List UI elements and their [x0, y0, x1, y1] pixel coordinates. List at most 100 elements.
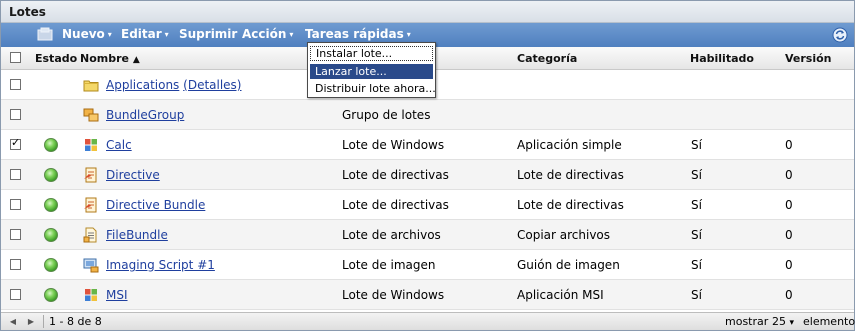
bundle-name-link[interactable]: FileBundle	[106, 228, 168, 242]
row-checkbox[interactable]	[10, 79, 21, 90]
status-ok-icon	[44, 288, 58, 302]
menu-item-install-bundle[interactable]: Instalar lote...	[310, 46, 433, 61]
bundle-version-cell: 0	[785, 258, 793, 272]
table-row[interactable]: BundleGroup Grupo de lotes	[1, 100, 854, 130]
bundle-enabled-cell: Sí	[691, 228, 702, 242]
status-ok-icon	[44, 258, 58, 272]
bundle-name-cell: Directive	[106, 168, 160, 182]
bundle-type-cell: Lote de archivos	[342, 228, 441, 242]
bundle-version-cell: 0	[785, 198, 793, 212]
bundle-toolbar-icon	[37, 27, 53, 41]
row-checkbox[interactable]	[10, 259, 21, 270]
row-checkbox[interactable]	[10, 199, 21, 210]
bundle-category-cell: Aplicación simple	[517, 138, 622, 152]
status-ok-icon	[44, 138, 58, 152]
bundle-category-cell: Lote de directivas	[517, 198, 624, 212]
bundle-version-cell: 0	[785, 168, 793, 182]
file-bundle-icon	[83, 227, 99, 243]
status-ok-icon	[44, 228, 58, 242]
bundle-name-cell: Calc	[106, 138, 132, 152]
panel-title: Lotes	[9, 5, 46, 19]
delete-button[interactable]: Suprimir	[179, 27, 237, 41]
table-row[interactable]: Calc Lote de Windows Aplicación simple Sí 0	[1, 130, 854, 160]
windows-bundle-icon	[83, 287, 99, 303]
chevron-down-icon: ▾	[289, 30, 294, 39]
table-row[interactable]: MSI Lote de Windows Aplicación MSI Sí 0	[1, 280, 854, 310]
bundle-version-cell: 0	[785, 228, 793, 242]
new-menu-button[interactable]: Nuevo ▾	[62, 27, 112, 41]
chevron-down-icon: ▾	[107, 30, 112, 39]
menu-item-launch-bundle[interactable]: Lanzar lote...	[310, 64, 433, 79]
pagination-range: 1 - 8 de 8	[49, 315, 102, 328]
row-checkbox[interactable]	[10, 289, 21, 300]
windows-bundle-icon	[83, 137, 99, 153]
bundle-type-cell: Lote de imagen	[342, 258, 436, 272]
table-row[interactable]: Imaging Script #1 Lote de imagen Guión de …	[1, 250, 854, 280]
bundle-name-cell: Applications (Detalles)	[106, 78, 242, 92]
column-header-habilitado[interactable]: Habilitado	[690, 52, 754, 65]
imaging-bundle-icon	[83, 257, 99, 273]
directive-bundle-icon	[83, 167, 99, 183]
menu-item-distribute-bundle-now[interactable]: Distribuir lote ahora...	[310, 81, 436, 96]
bundle-name-link[interactable]: Directive Bundle	[106, 198, 205, 212]
bundle-version-cell: 0	[785, 288, 793, 302]
table-row[interactable]: FileBundle Lote de archivos Copiar archivo…	[1, 220, 854, 250]
table-row[interactable]: Directive Lote de directivas Lote de direc…	[1, 160, 854, 190]
page-size-select[interactable]: 25 ▾	[772, 315, 794, 328]
bundle-version-cell: 0	[785, 138, 793, 152]
panel-titlebar: Lotes	[1, 1, 854, 23]
bundle-group-icon	[83, 107, 99, 123]
bundle-enabled-cell: Sí	[691, 138, 702, 152]
column-header-categoria[interactable]: Categoría	[517, 52, 577, 65]
bundle-enabled-cell: Sí	[691, 288, 702, 302]
sort-ascending-icon: ▲	[132, 55, 140, 65]
column-header-estado[interactable]: Estado	[35, 52, 77, 65]
folder-icon	[83, 77, 99, 93]
bundle-name-link[interactable]: Applications	[106, 78, 179, 92]
bundle-category-cell: Lote de directivas	[517, 168, 624, 182]
status-ok-icon	[44, 198, 58, 212]
quick-tasks-dropdown: Instalar lote... Lanzar lote... Distribu…	[307, 42, 436, 98]
bundle-name-link[interactable]: MSI	[106, 288, 128, 302]
bundle-enabled-cell: Sí	[691, 258, 702, 272]
bundle-type-cell: Lote de directivas	[342, 168, 449, 182]
bundle-type-cell: Grupo de lotes	[342, 108, 431, 122]
quick-tasks-menu-button[interactable]: Tareas rápidas ▾	[305, 27, 411, 41]
bundle-category-cell: Guión de imagen	[517, 258, 620, 272]
bundle-category-cell: Copiar archivos	[517, 228, 611, 242]
bundle-category-cell: Aplicación MSI	[517, 288, 604, 302]
refresh-icon[interactable]	[832, 27, 848, 43]
column-header-nombre[interactable]: Nombre ▲	[80, 52, 140, 65]
edit-menu-button[interactable]: Editar ▾	[121, 27, 169, 41]
row-checkbox[interactable]	[10, 169, 21, 180]
column-header-version[interactable]: Versión	[785, 52, 832, 65]
bundle-type-cell: Lote de Windows	[342, 288, 445, 302]
table-row[interactable]: Directive Bundle Lote de directivas Lote d…	[1, 190, 854, 220]
row-checkbox[interactable]	[10, 229, 21, 240]
bundle-name-cell: MSI	[106, 288, 128, 302]
bundle-enabled-cell: Sí	[691, 198, 702, 212]
chevron-down-icon: ▾	[789, 318, 795, 328]
row-checkbox[interactable]	[10, 109, 21, 120]
scroll-right-icon[interactable]: ▶	[24, 315, 38, 328]
details-link[interactable]: (Detalles)	[183, 78, 241, 92]
row-checkbox[interactable]	[10, 136, 21, 150]
chevron-down-icon: ▾	[406, 30, 411, 39]
bundle-name-cell: FileBundle	[106, 228, 168, 242]
bundle-enabled-cell: Sí	[691, 168, 702, 182]
scroll-left-icon[interactable]: ◀	[6, 315, 20, 328]
directive-bundle-icon	[83, 197, 99, 213]
bundle-name-link[interactable]: BundleGroup	[106, 108, 184, 122]
select-all-checkbox[interactable]	[10, 52, 21, 63]
chevron-down-icon: ▾	[164, 30, 169, 39]
bundle-name-link[interactable]: Imaging Script #1	[106, 258, 215, 272]
bundle-name-cell: BundleGroup	[106, 108, 184, 122]
action-menu-button[interactable]: Acción ▾	[242, 27, 293, 41]
bundle-type-cell: Lote de directivas	[342, 198, 449, 212]
bundle-name-cell: Directive Bundle	[106, 198, 205, 212]
bundle-name-link[interactable]: Calc	[106, 138, 132, 152]
bundle-name-link[interactable]: Directive	[106, 168, 160, 182]
items-label: elementos	[803, 315, 855, 328]
table-footer: ◀ ▶ 1 - 8 de 8 mostrar 25 ▾ elementos	[1, 312, 855, 330]
bundle-type-cell: Lote de Windows	[342, 138, 445, 152]
